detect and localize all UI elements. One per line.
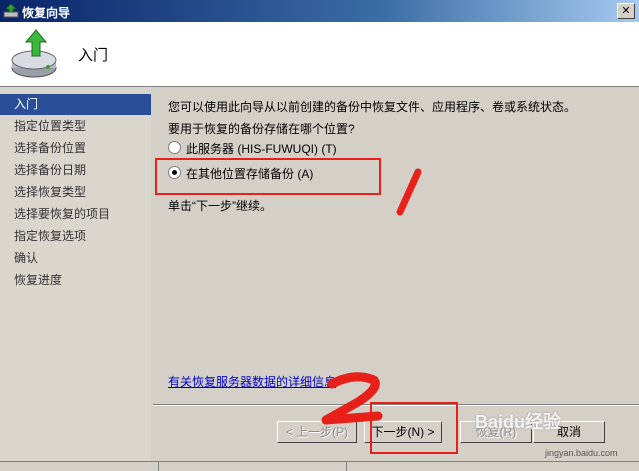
sidebar-item-backup-date: 选择备份日期 — [14, 163, 87, 177]
window-title: 恢复向导 — [22, 6, 71, 20]
radio-this-server-label: 此服务器 (HIS-FUWUQI) (T) — [186, 142, 337, 156]
sidebar-item-backup-location: 选择备份位置 — [14, 141, 87, 155]
close-button[interactable]: ✕ — [617, 3, 635, 19]
sidebar-item-items-to-recover: 选择要恢复的项目 — [14, 207, 111, 221]
watermark-url: jingyan.baidu.com — [545, 448, 618, 458]
title-bar: 恢复向导 ✕ — [0, 0, 639, 22]
sidebar-item-location-type: 指定位置类型 — [14, 119, 87, 133]
wizard-header: 入门 — [0, 22, 639, 87]
continue-hint: 单击“下一步”继续。 — [168, 199, 272, 213]
close-icon: ✕ — [621, 4, 631, 17]
highlight-box-radio — [155, 158, 381, 195]
radio-this-server[interactable]: 此服务器 (HIS-FUWUQI) (T) — [168, 139, 408, 156]
wizard-steps-sidebar: 入门 指定位置类型 选择备份位置 选择备份日期 选择恢复类型 选择要恢复的项目 … — [0, 87, 151, 461]
sidebar-item-recovery-type: 选择恢复类型 — [14, 185, 87, 199]
sidebar-item-getting-started[interactable]: 入门 — [0, 94, 151, 115]
restore-disk-icon — [11, 29, 57, 78]
location-question: 要用于恢复的备份存储在哪个位置? — [168, 122, 355, 136]
radio-button[interactable] — [168, 141, 181, 154]
annotation-mark-1 — [396, 168, 422, 216]
baidu-watermark: Baidu经验 — [475, 412, 562, 432]
wizard-content: 您可以使用此向导从以前创建的备份中恢复文件、应用程序、卷或系统状态。 要用于恢复… — [153, 87, 639, 400]
sidebar-item-confirmation: 确认 — [14, 251, 39, 265]
page-title: 入门 — [78, 47, 109, 64]
sidebar-item-recovery-progress: 恢复进度 — [14, 273, 63, 287]
intro-text: 您可以使用此向导从以前创建的备份中恢复文件、应用程序、卷或系统状态。 — [168, 100, 577, 114]
annotation-mark-2 — [321, 372, 383, 425]
more-info-link[interactable]: 有关恢复服务器数据的详细信息 — [168, 373, 336, 390]
backup-icon — [3, 3, 19, 18]
sidebar-item-recovery-options: 指定恢复选项 — [14, 229, 87, 243]
